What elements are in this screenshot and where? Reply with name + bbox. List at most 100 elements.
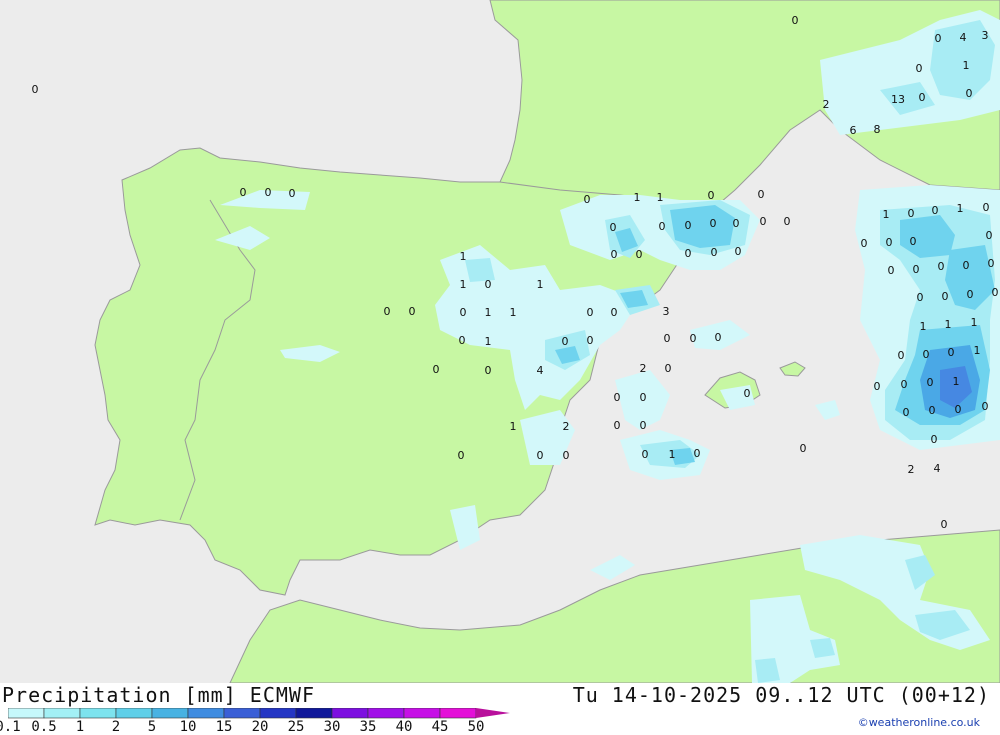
precip-value-label: 0 — [694, 447, 701, 460]
color-scale-ticks: 0.10.5125101520253035404550 — [0, 719, 520, 735]
precip-value-label: 0 — [988, 257, 995, 270]
precip-value-label: 1 — [883, 208, 890, 221]
precip-value-label: 2 — [640, 362, 647, 375]
precip-value-label: 0 — [584, 193, 591, 206]
color-scale-arrow — [476, 708, 510, 718]
precip-value-label: 0 — [733, 217, 740, 230]
color-scale-swatch — [8, 708, 45, 719]
precip-value-label: 0 — [685, 219, 692, 232]
precip-value-label: 0 — [760, 215, 767, 228]
precip-value-label: 1 — [957, 202, 964, 215]
precip-value-label: 0 — [614, 391, 621, 404]
precip-value-label: 1 — [485, 335, 492, 348]
precip-value-label: 0 — [910, 235, 917, 248]
precip-value-label: 0 — [923, 348, 930, 361]
precip-value-label: 0 — [460, 306, 467, 319]
precip-value-label: 0 — [898, 349, 905, 362]
precip-value-label: 0 — [587, 306, 594, 319]
map-footer: Precipitation [mm] ECMWF Tu 14-10-2025 0… — [0, 683, 1000, 735]
precip-value-label: 0 — [32, 83, 39, 96]
precip-value-label: 0 — [929, 404, 936, 417]
precip-value-label: 0 — [708, 189, 715, 202]
precip-value-label: 0 — [938, 260, 945, 273]
precip-value-label: 4 — [537, 364, 544, 377]
precip-value-label: 0 — [908, 207, 915, 220]
precip-value-label: 1 — [537, 278, 544, 291]
precip-value-label: 0 — [932, 204, 939, 217]
precip-value-label: 0 — [792, 14, 799, 27]
precip-value-label: 1 — [971, 316, 978, 329]
color-scale-swatch — [331, 708, 369, 719]
precip-value-label: 0 — [265, 186, 272, 199]
precip-value-label: 3 — [663, 305, 670, 318]
precip-value-label: 0 — [955, 403, 962, 416]
precip-value-label: 1 — [963, 59, 970, 72]
precip-value-label: 0 — [458, 449, 465, 462]
color-scale-swatch — [403, 708, 441, 719]
precip-value-label: 0 — [935, 32, 942, 45]
precip-value-label: 1 — [945, 318, 952, 331]
color-scale-swatch — [367, 708, 405, 719]
precip-value-label: 0 — [982, 400, 989, 413]
precip-value-label: 0 — [563, 449, 570, 462]
precip-value-label: 0 — [927, 376, 934, 389]
precip-value-label: 0 — [711, 246, 718, 259]
precip-value-label: 0 — [710, 217, 717, 230]
color-scale-swatch — [439, 708, 477, 719]
precip-value-label: 2 — [823, 98, 830, 111]
color-scale-swatch — [259, 708, 297, 719]
precip-value-label: 1 — [485, 306, 492, 319]
credit-link[interactable]: ©weatheronline.co.uk — [858, 716, 980, 729]
precip-value-label: 0 — [966, 87, 973, 100]
precip-value-label: 0 — [874, 380, 881, 393]
precip-value-label: 0 — [690, 332, 697, 345]
precip-value-label: 0 — [587, 334, 594, 347]
precip-value-label: 0 — [640, 419, 647, 432]
precip-value-label: 0 — [903, 406, 910, 419]
precip-value-label: 0 — [941, 518, 948, 531]
precip-value-label: 0 — [610, 221, 617, 234]
precip-value-label: 0 — [735, 245, 742, 258]
precip-value-label: 0 — [942, 290, 949, 303]
precip-value-label: 0 — [640, 391, 647, 404]
precip-value-label: 0 — [948, 346, 955, 359]
precip-value-label: 1 — [669, 448, 676, 461]
precip-value-label: 1 — [974, 344, 981, 357]
precip-value-label: 6 — [850, 124, 857, 137]
color-scale-swatch — [79, 708, 117, 719]
precip-value-label: 0 — [901, 378, 908, 391]
precip-value-label: 0 — [886, 236, 893, 249]
precip-value-label: 0 — [967, 288, 974, 301]
forecast-datetime: Tu 14-10-2025 09..12 UTC (00+12) — [572, 683, 990, 707]
precip-value-label: 0 — [665, 362, 672, 375]
color-scale-swatch — [43, 708, 81, 719]
precip-value-label: 4 — [934, 462, 941, 475]
precip-value-label: 0 — [289, 187, 296, 200]
precip-value-label: 2 — [908, 463, 915, 476]
precip-value-label: 0 — [485, 278, 492, 291]
precip-value-label: 3 — [982, 29, 989, 42]
precip-value-label: 1 — [634, 191, 641, 204]
precip-value-label: 0 — [685, 247, 692, 260]
map-title: Precipitation [mm] ECMWF — [2, 683, 315, 707]
precip-value-label: 0 — [784, 215, 791, 228]
precip-value-label: 0 — [963, 259, 970, 272]
precip-value-label: 0 — [636, 248, 643, 261]
precip-value-label: 0 — [537, 449, 544, 462]
precip-value-label: 4 — [960, 31, 967, 44]
precip-value-label: 0 — [433, 363, 440, 376]
precip-value-label: 1 — [920, 320, 927, 333]
precip-value-label: 1 — [953, 375, 960, 388]
precip-value-label: 0 — [758, 188, 765, 201]
precip-value-label: 0 — [919, 91, 926, 104]
precip-value-label: 1 — [460, 278, 467, 291]
precip-value-label: 0 — [715, 331, 722, 344]
precip-value-label: 0 — [983, 201, 990, 214]
precip-value-label: 1 — [510, 306, 517, 319]
precip-value-label: 0 — [659, 220, 666, 233]
precip-value-label: 0 — [917, 291, 924, 304]
precip-value-label: 0 — [861, 237, 868, 250]
precip-value-label: 0 — [664, 332, 671, 345]
precip-value-label: 13 — [891, 93, 905, 106]
precip-value-label: 0 — [562, 335, 569, 348]
